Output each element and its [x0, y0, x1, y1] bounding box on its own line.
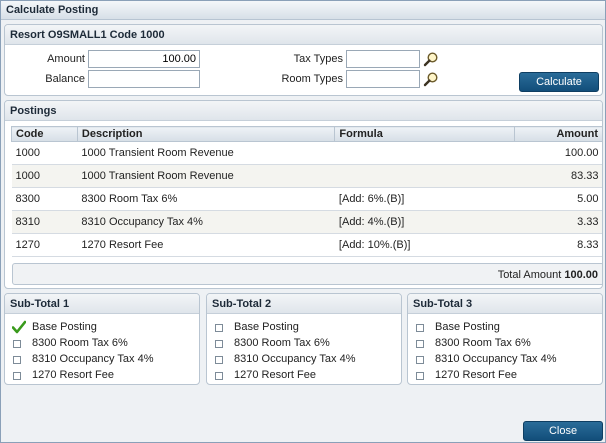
- cell-amount: 83.33: [514, 164, 602, 188]
- checkbox[interactable]: [416, 372, 424, 380]
- checkbox-label: Base Posting: [32, 321, 97, 333]
- cell-formula: [Add: 6%.(B)]: [334, 187, 515, 211]
- subtotal-checkbox-item[interactable]: 1270 Resort Fee: [215, 369, 395, 383]
- postings-header-row: Code Description Formula Amount: [11, 126, 602, 142]
- checkbox-label: Base Posting: [435, 321, 500, 333]
- subtotal-header: Sub-Total 3: [408, 294, 602, 314]
- table-row[interactable]: 1270 1270 Resort Fee [Add: 10%.(B)] 8.33: [11, 233, 602, 257]
- cell-code: 1000: [11, 141, 78, 165]
- subtotal-checkbox-item[interactable]: 8300 Room Tax 6%: [416, 337, 596, 351]
- tax-types-label: Tax Types: [293, 53, 343, 65]
- cell-formula: [Add: 10%.(B)]: [334, 233, 515, 257]
- cell-formula: [334, 164, 515, 188]
- room-types-search-icon[interactable]: [423, 71, 439, 87]
- checkbox[interactable]: [13, 356, 21, 364]
- cell-formula: [Add: 4%.(B)]: [334, 210, 515, 234]
- checkbox[interactable]: [416, 340, 424, 348]
- cell-amount: 8.33: [514, 233, 602, 257]
- tax-types-input[interactable]: [346, 50, 420, 68]
- title-bar: Calculate Posting: [1, 1, 605, 20]
- column-header-formula[interactable]: Formula: [334, 126, 516, 142]
- column-header-description[interactable]: Description: [76, 126, 336, 142]
- cell-code: 1000: [11, 164, 78, 188]
- table-row[interactable]: 8300 8300 Room Tax 6% [Add: 6%.(B)] 5.00: [11, 187, 602, 211]
- column-header-code[interactable]: Code: [11, 126, 78, 142]
- checkmark-icon[interactable]: [12, 320, 26, 334]
- subtotal-checkbox-item[interactable]: Base Posting: [215, 321, 395, 335]
- checkbox-label: 1270 Resort Fee: [234, 369, 316, 381]
- amount-label: Amount: [47, 53, 85, 65]
- checkbox-label: 1270 Resort Fee: [435, 369, 517, 381]
- close-button[interactable]: Close: [523, 421, 603, 441]
- balance-input[interactable]: [88, 70, 200, 88]
- subtotal-checkbox-item[interactable]: 8310 Occupancy Tax 4%: [13, 353, 193, 367]
- total-amount-label: Total Amount: [497, 269, 562, 281]
- checkbox[interactable]: [215, 340, 223, 348]
- postings-header: Postings: [5, 101, 602, 121]
- subtotal-checkbox-item[interactable]: 8310 Occupancy Tax 4%: [416, 353, 596, 367]
- checkbox-label: 8310 Occupancy Tax 4%: [435, 353, 557, 365]
- table-row[interactable]: 1000 1000 Transient Room Revenue 83.33: [11, 164, 602, 188]
- cell-code: 8310: [11, 210, 78, 234]
- checkbox[interactable]: [416, 356, 424, 364]
- subtotal-checkbox-item[interactable]: Base Posting: [416, 321, 596, 335]
- room-types-label: Room Types: [281, 73, 343, 85]
- cell-code: 1270: [11, 233, 78, 257]
- table-row[interactable]: 1000 1000 Transient Room Revenue 100.00: [11, 141, 602, 165]
- cell-description: 8310 Occupancy Tax 4%: [77, 210, 335, 234]
- resort-panel: Resort O9SMALL1 Code 1000 Amount Balance…: [4, 24, 603, 96]
- total-amount-bar: Total Amount 100.00: [12, 263, 602, 285]
- resort-header: Resort O9SMALL1 Code 1000: [5, 25, 602, 45]
- checkbox-label: 8300 Room Tax 6%: [32, 337, 128, 349]
- amount-input[interactable]: [88, 50, 200, 68]
- checkbox[interactable]: [13, 372, 21, 380]
- checkbox-label: Base Posting: [234, 321, 299, 333]
- room-types-input[interactable]: [346, 70, 420, 88]
- tax-types-search-icon[interactable]: [423, 51, 439, 67]
- cell-description: 1270 Resort Fee: [77, 233, 335, 257]
- cell-amount: 100.00: [514, 141, 602, 165]
- postings-panel: Postings Code Description Formula Amount…: [4, 100, 603, 289]
- checkbox-label: 8310 Occupancy Tax 4%: [234, 353, 356, 365]
- subtotal-header: Sub-Total 2: [207, 294, 401, 314]
- subtotal-panel-1: Sub-Total 1 Base Posting 8300 Room Tax 6% 8…: [4, 293, 200, 385]
- window-title: Calculate Posting: [6, 4, 99, 16]
- cell-formula: [334, 141, 515, 165]
- cell-amount: 5.00: [514, 187, 602, 211]
- total-amount-value: 100.00: [564, 269, 598, 281]
- cell-amount: 3.33: [514, 210, 602, 234]
- checkbox[interactable]: [13, 340, 21, 348]
- subtotal-checkbox-item[interactable]: 1270 Resort Fee: [13, 369, 193, 383]
- subtotal-checkbox-item[interactable]: Base Posting: [12, 320, 193, 335]
- subtotal-panel-2: Sub-Total 2 Base Posting 8300 Room Tax 6% 8…: [206, 293, 402, 385]
- subtotal-checkbox-item[interactable]: 8310 Occupancy Tax 4%: [215, 353, 395, 367]
- subtotal-panel-3: Sub-Total 3 Base Posting 8300 Room Tax 6% 8…: [407, 293, 603, 385]
- checkbox[interactable]: [215, 324, 223, 332]
- subtotal-checkbox-item[interactable]: 8300 Room Tax 6%: [215, 337, 395, 351]
- cell-description: 8300 Room Tax 6%: [77, 187, 335, 211]
- checkbox-label: 8300 Room Tax 6%: [234, 337, 330, 349]
- checkbox-label: 8310 Occupancy Tax 4%: [32, 353, 154, 365]
- checkbox-label: 1270 Resort Fee: [32, 369, 114, 381]
- postings-table: Code Description Formula Amount 1000 1000…: [11, 126, 602, 257]
- subtotal-checkbox-item[interactable]: 8300 Room Tax 6%: [13, 337, 193, 351]
- checkbox[interactable]: [215, 356, 223, 364]
- subtotal-header: Sub-Total 1: [5, 294, 199, 314]
- checkbox[interactable]: [215, 372, 223, 380]
- table-row[interactable]: 8310 8310 Occupancy Tax 4% [Add: 4%.(B)] 3.…: [11, 210, 602, 234]
- cell-description: 1000 Transient Room Revenue: [77, 164, 335, 188]
- balance-label: Balance: [45, 73, 85, 85]
- calculate-button[interactable]: Calculate: [519, 72, 599, 92]
- subtotal-checkbox-item[interactable]: 1270 Resort Fee: [416, 369, 596, 383]
- calculate-posting-dialog: Calculate Posting Resort O9SMALL1 Code 1…: [0, 0, 606, 443]
- cell-description: 1000 Transient Room Revenue: [77, 141, 335, 165]
- checkbox[interactable]: [416, 324, 424, 332]
- checkbox-label: 8300 Room Tax 6%: [435, 337, 531, 349]
- cell-code: 8300: [11, 187, 78, 211]
- column-header-amount[interactable]: Amount: [514, 126, 602, 142]
